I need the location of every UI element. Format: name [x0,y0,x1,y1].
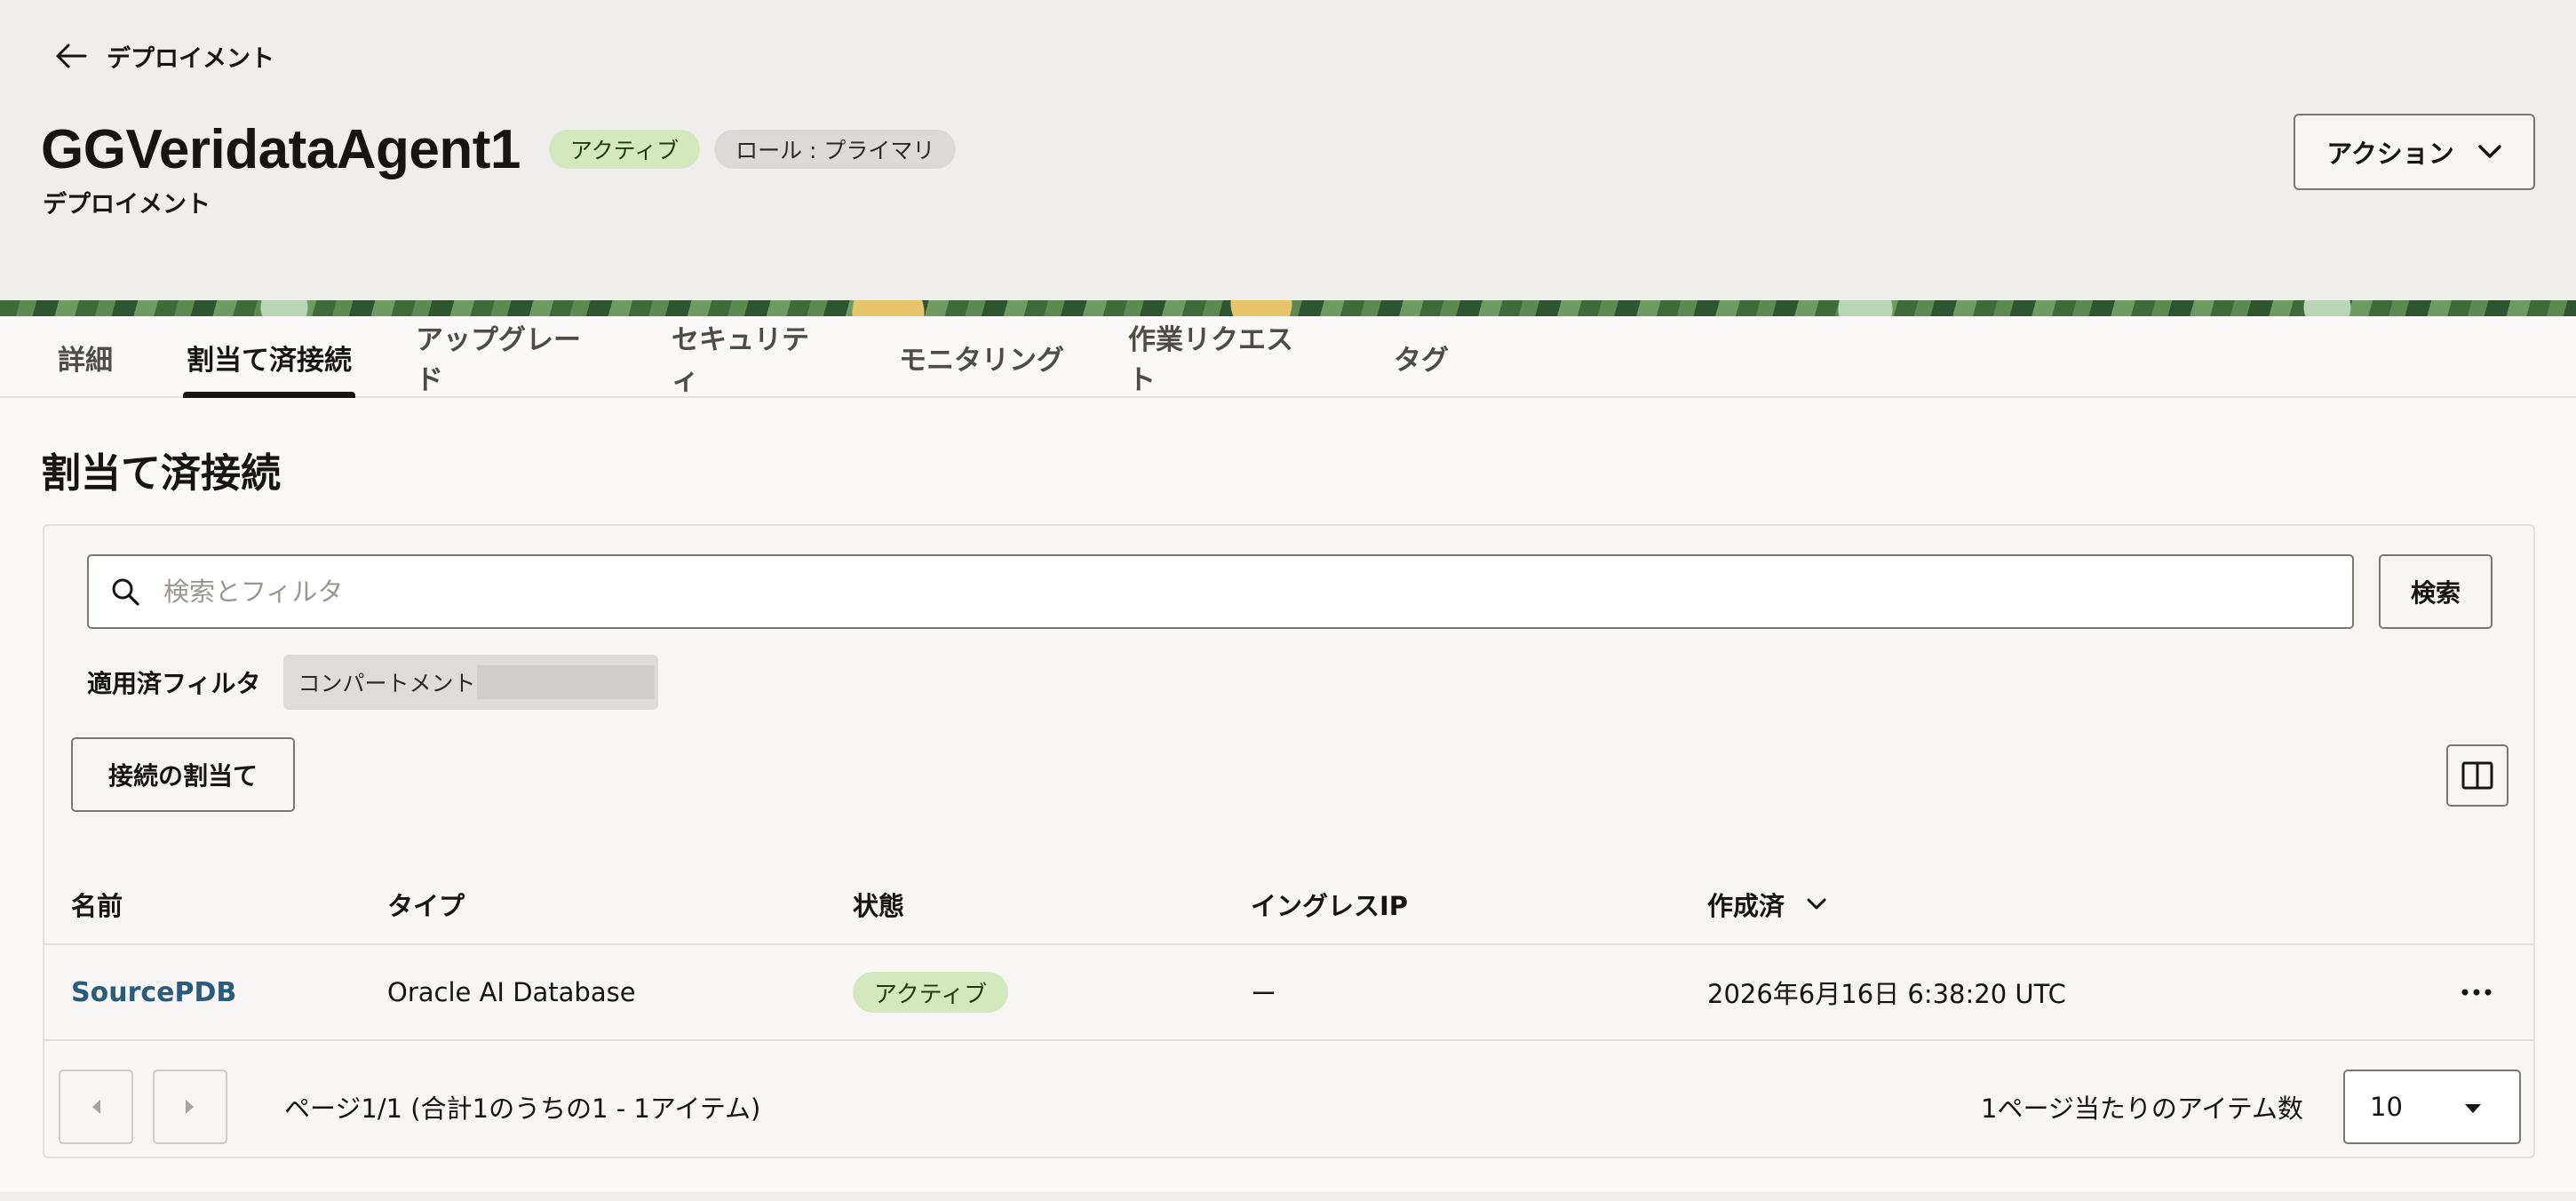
cell-state: アクティブ [853,945,1009,1039]
table-row: SourcePDB Oracle AI Database アクティブ ー 202… [44,943,2533,1041]
tab-label: アップグレード [416,324,581,396]
applied-filters-label: 適用済フィルタ [87,669,261,698]
more-horizontal-icon [2461,989,2492,996]
previous-page-button[interactable] [59,1070,133,1144]
status-badge: アクティブ [548,130,701,169]
tab-label: 割当て済接続 [187,344,352,377]
title-row: GGVeridataAgent1 アクティブ ロール : プライマリ [41,114,957,185]
chevron-down-icon [2478,145,2501,158]
assign-connection-button[interactable]: 接続の割当て [71,737,295,812]
page-title: GGVeridataAgent1 [41,118,521,180]
column-header-state[interactable]: 状態 [853,878,904,931]
tab-label: 詳細 [58,344,113,377]
applied-filters: 適用済フィルタ コンパートメント [87,654,659,711]
column-layout-icon [2461,761,2493,790]
caret-left-icon [92,1100,100,1114]
section-title: 割当て済接続 [41,449,282,497]
column-header-name[interactable]: 名前 [71,878,123,931]
caret-right-icon [186,1100,194,1114]
connections-panel: 検索 適用済フィルタ コンパートメント 接続の割当て 名前 タイプ 状態 イング… [43,524,2535,1158]
back-link-label: デプロイメント [107,44,274,73]
arrow-left-icon [56,44,87,68]
tab-details[interactable]: 詳細 [57,316,114,398]
tab-label: タグ [1394,344,1449,377]
tab-tags[interactable]: タグ [1393,316,1450,398]
column-header-ingress-ip[interactable]: イングレスIP [1251,878,1408,931]
actions-label: アクション [2326,139,2454,169]
search-input[interactable] [163,577,2295,607]
caret-down-icon [2465,1104,2481,1113]
tab-bar: 詳細 割当て済接続 アップグレード セキュリティ モニタリング 作業リクエスト … [0,316,2576,398]
connection-link[interactable]: SourcePDB [71,977,236,1008]
row-actions-button[interactable] [2461,945,2493,1039]
page-subtitle: デプロイメント [43,191,211,219]
tab-label: モニタリング [899,344,1064,377]
cell-type: Oracle AI Database [387,977,636,1007]
actions-menu-button[interactable]: アクション [2294,114,2535,190]
next-page-button[interactable] [153,1070,227,1144]
column-header-type[interactable]: タイプ [387,878,465,931]
items-per-page-value: 10 [2370,1092,2403,1122]
search-button[interactable]: 検索 [2379,554,2493,629]
search-field[interactable] [87,554,2354,629]
tab-monitoring[interactable]: モニタリング [899,316,1064,398]
redacted-value [477,665,656,699]
filter-chip-label: コンパートメント [298,671,476,696]
pagination-info: ページ1/1 (合計1のうちの1 - 1アイテム) [284,1094,761,1124]
items-per-page-select[interactable]: 10 [2343,1070,2521,1144]
tab-security[interactable]: セキュリティ [672,316,833,398]
chevron-down-icon [1807,898,1826,910]
column-header-created-label: 作成済 [1707,891,1785,921]
status-badge: アクティブ [853,972,1009,1013]
tab-work-requests[interactable]: 作業リクエスト [1128,316,1318,398]
filter-chip-compartment[interactable]: コンパートメント [283,655,659,710]
tab-assigned-connections[interactable]: 割当て済接続 [183,316,355,398]
cell-name: SourcePDB [71,945,236,1039]
back-link[interactable]: デプロイメント [55,36,274,76]
search-icon [112,578,139,606]
cell-created: 2026年6月16日 6:38:20 UTC [1707,979,2066,1009]
tab-upgrade[interactable]: アップグレード [416,316,606,398]
column-header-created[interactable]: 作成済 [1707,878,1827,931]
role-badge: ロール : プライマリ [714,130,957,169]
header-banner-image [0,300,2576,316]
column-settings-button[interactable] [2446,744,2508,807]
cell-ingress-ip: ー [1251,979,1277,1009]
tab-label: 作業リクエスト [1128,324,1293,396]
page-bottom-edge [0,1192,2576,1201]
tab-label: セキュリティ [672,324,809,396]
page-header: デプロイメント GGVeridataAgent1 アクティブ ロール : プライ… [0,0,2576,300]
items-per-page-label: 1ページ当たりのアイテム数 [1981,1094,2303,1124]
